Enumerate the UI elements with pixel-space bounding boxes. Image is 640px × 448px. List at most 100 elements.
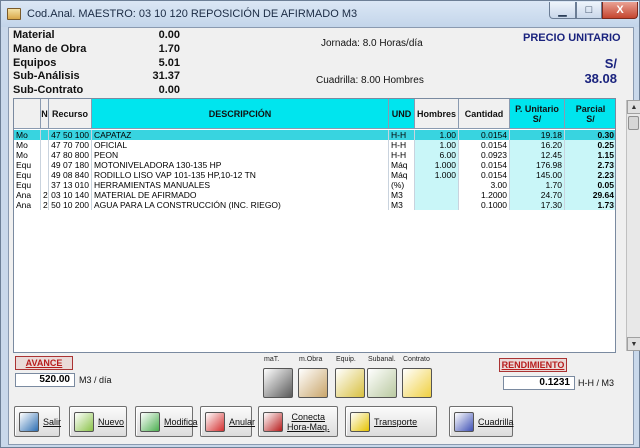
table-row[interactable]: Equ 49 08 840 RODILLO LISO VAP 101-135 HP,… xyxy=(14,170,615,180)
column-header-n[interactable]: N xyxy=(41,99,49,129)
cell-t[interactable]: Ana xyxy=(14,200,41,210)
cell-cant[interactable]: 0.0923 xyxy=(459,150,510,160)
button-delete[interactable]: Anular xyxy=(200,406,255,437)
cell-n[interactable] xyxy=(41,150,49,160)
cell-t[interactable]: Ana xyxy=(14,190,41,200)
cell-und[interactable]: H-H xyxy=(389,150,415,160)
cell-par[interactable]: 2.73 xyxy=(565,160,615,170)
cell-pu[interactable]: 145.00 xyxy=(510,170,565,180)
cell-pu[interactable]: 16.20 xyxy=(510,140,565,150)
cell-cant[interactable]: 0.0154 xyxy=(459,170,510,180)
cell-und[interactable]: Máq xyxy=(389,170,415,180)
column-header-descripcion[interactable]: DESCRIPCIÓN xyxy=(92,99,389,129)
resources-table[interactable]: N Recurso DESCRIPCIÓN UND Hombres Cantid… xyxy=(13,98,616,353)
cell-cant[interactable]: 3.00 xyxy=(459,180,510,190)
cell-rec[interactable]: 47 70 700 xyxy=(49,140,92,150)
table-row[interactable]: Mo 47 80 800 PEON H-H 6.00 0.0923 12.45 1.15 xyxy=(14,150,615,160)
cell-pu[interactable]: 12.45 xyxy=(510,150,565,160)
cell-rec[interactable]: 03 10 140 xyxy=(49,190,92,200)
table-row[interactable]: Ana 2 50 10 200 AGUA PARA LA CONSTRUCCIÓN (… xyxy=(14,200,615,210)
cell-t[interactable]: Mo xyxy=(14,150,41,160)
cell-desc[interactable]: MOTONIVELADORA 130-135 HP xyxy=(92,160,389,170)
cell-desc[interactable]: CAPATAZ xyxy=(92,130,389,140)
cell-cant[interactable]: 0.0154 xyxy=(459,160,510,170)
cell-hom[interactable]: 1.000 xyxy=(415,160,459,170)
table-row[interactable]: Mo 47 50 100 CAPATAZ H-H 1.00 0.0154 19.18 0.30 xyxy=(14,130,615,140)
cell-n[interactable] xyxy=(41,160,49,170)
cell-und[interactable]: H-H xyxy=(389,140,415,150)
cell-und[interactable]: M3 xyxy=(389,190,415,200)
cell-par[interactable]: 2.23 xyxy=(565,170,615,180)
column-header-parcial[interactable]: Parcial S/ xyxy=(565,99,615,129)
button-clock[interactable]: Conecta Hora-Maq. xyxy=(258,406,338,437)
cell-t[interactable]: Equ xyxy=(14,180,41,190)
material-icon[interactable] xyxy=(263,368,293,398)
cell-desc[interactable]: RODILLO LISO VAP 101-135 HP,10-12 TN xyxy=(92,170,389,180)
cell-und[interactable]: (%) xyxy=(389,180,415,190)
cell-desc[interactable]: PEON xyxy=(92,150,389,160)
cell-rec[interactable]: 47 80 800 xyxy=(49,150,92,160)
cell-pu[interactable]: 1.70 xyxy=(510,180,565,190)
cell-desc[interactable]: MATERIAL DE AFIRMADO xyxy=(92,190,389,200)
cell-hom[interactable] xyxy=(415,200,459,210)
close-button[interactable]: X xyxy=(602,2,638,19)
table-row[interactable]: Equ 37 13 010 HERRAMIENTAS MANUALES (%) 3.00… xyxy=(14,180,615,190)
cell-n[interactable] xyxy=(41,140,49,150)
table-scrollbar[interactable]: ▲ ▼ xyxy=(626,100,640,351)
cell-rec[interactable]: 37 13 010 xyxy=(49,180,92,190)
cell-t[interactable]: Mo xyxy=(14,130,41,140)
button-edit[interactable]: Modifica xyxy=(135,406,198,437)
scroll-up-button[interactable]: ▲ xyxy=(627,100,640,114)
column-header-type[interactable] xyxy=(14,99,41,129)
avance-button[interactable]: AVANCE xyxy=(15,356,73,370)
cell-pu[interactable]: 19.18 xyxy=(510,130,565,140)
cell-par[interactable]: 0.25 xyxy=(565,140,615,150)
cell-rec[interactable]: 47 50 100 xyxy=(49,130,92,140)
cell-hom[interactable]: 1.000 xyxy=(415,170,459,180)
column-header-und[interactable]: UND xyxy=(389,99,415,129)
table-row[interactable]: Ana 2 03 10 140 MATERIAL DE AFIRMADO M3 1.200… xyxy=(14,190,615,200)
cell-hom[interactable] xyxy=(415,180,459,190)
cell-cant[interactable]: 0.0154 xyxy=(459,130,510,140)
workers-icon[interactable] xyxy=(298,368,328,398)
cell-und[interactable]: H-H xyxy=(389,130,415,140)
button-exit[interactable]: Salir xyxy=(14,406,61,437)
cell-desc[interactable]: AGUA PARA LA CONSTRUCCIÓN (INC. RIEGO) xyxy=(92,200,389,210)
cell-par[interactable]: 1.15 xyxy=(565,150,615,160)
cell-n[interactable] xyxy=(41,170,49,180)
cell-desc[interactable]: HERRAMIENTAS MANUALES xyxy=(92,180,389,190)
button-truck[interactable]: Transporte xyxy=(345,406,437,437)
cell-pu[interactable]: 17.30 xyxy=(510,200,565,210)
cell-cant[interactable]: 0.1000 xyxy=(459,200,510,210)
cell-hom[interactable]: 1.00 xyxy=(415,140,459,150)
cell-und[interactable]: M3 xyxy=(389,200,415,210)
subanalysis-icon[interactable] xyxy=(367,368,397,398)
column-header-recurso[interactable]: Recurso xyxy=(49,99,92,129)
button-crew[interactable]: Cuadrilla xyxy=(449,406,514,437)
cell-und[interactable]: Máq xyxy=(389,160,415,170)
cell-cant[interactable]: 1.2000 xyxy=(459,190,510,200)
cell-par[interactable]: 0.05 xyxy=(565,180,615,190)
cell-rec[interactable]: 49 08 840 xyxy=(49,170,92,180)
rendimiento-button[interactable]: RENDIMIENTO xyxy=(499,358,567,372)
cell-hom[interactable] xyxy=(415,190,459,200)
cell-rec[interactable]: 50 10 200 xyxy=(49,200,92,210)
cell-n[interactable]: 2 xyxy=(41,200,49,210)
column-header-punitario[interactable]: P. Unitario S/ xyxy=(510,99,565,129)
equipment-icon[interactable] xyxy=(335,368,365,398)
cell-pu[interactable]: 176.98 xyxy=(510,160,565,170)
cell-n[interactable]: 2 xyxy=(41,190,49,200)
cell-n[interactable] xyxy=(41,130,49,140)
contract-icon[interactable] xyxy=(402,368,432,398)
cell-t[interactable]: Equ xyxy=(14,170,41,180)
button-new[interactable]: Nuevo xyxy=(69,406,127,437)
cell-pu[interactable]: 24.70 xyxy=(510,190,565,200)
cell-par[interactable]: 29.64 xyxy=(565,190,615,200)
cell-desc[interactable]: OFICIAL xyxy=(92,140,389,150)
cell-t[interactable]: Equ xyxy=(14,160,41,170)
table-row[interactable]: Equ 49 07 180 MOTONIVELADORA 130-135 HP Máq… xyxy=(14,160,615,170)
column-header-cantidad[interactable]: Cantidad xyxy=(459,99,510,129)
scroll-thumb[interactable] xyxy=(628,116,639,130)
cell-hom[interactable]: 1.00 xyxy=(415,130,459,140)
scroll-down-button[interactable]: ▼ xyxy=(627,337,640,351)
